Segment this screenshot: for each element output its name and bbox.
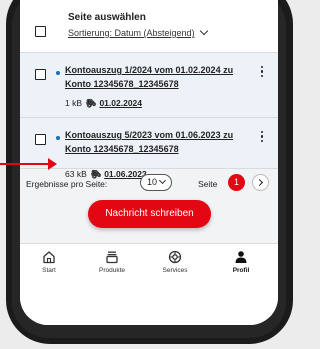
message-checkbox[interactable] — [35, 134, 46, 145]
sort-label: Sortierung: Datum (Absteigend) — [68, 28, 195, 38]
results-per-page-label: Ergebnisse pro Seite: — [26, 179, 108, 189]
message-date-link[interactable]: 01.02.2024 — [99, 98, 142, 108]
home-icon — [43, 251, 55, 264]
nav-label: Start — [42, 267, 56, 274]
message-checkbox[interactable] — [35, 69, 46, 80]
message-item[interactable]: Kontoauszug 5/2023 vom 01.06.2023 zu Kon… — [20, 118, 278, 181]
message-title-link[interactable]: Kontoauszug 5/2023 vom 01.06.2023 zu Kon… — [65, 128, 250, 156]
unread-dot-icon — [56, 136, 60, 140]
nav-label: Profil — [232, 267, 250, 274]
nav-item-start[interactable]: Start — [24, 250, 74, 274]
page-label: Seite — [198, 179, 218, 189]
list-header: Seite auswählen Sortierung: Datum (Abste… — [20, 0, 278, 53]
write-message-button[interactable]: Nachricht schreiben — [88, 200, 211, 228]
current-page-badge[interactable]: 1 — [228, 174, 245, 191]
more-options-icon[interactable] — [261, 66, 264, 79]
select-page-label: Seite auswählen — [68, 12, 146, 23]
message-title-link[interactable]: Kontoauszug 1/2024 vom 01.02.2024 zu Kon… — [65, 63, 250, 91]
services-icon — [168, 250, 182, 264]
annotation-arrow-line — [0, 163, 49, 165]
pagination-bar: Ergebnisse pro Seite: 10 Seite 1 — [20, 170, 278, 198]
mailbox-screen: Seite auswählen Sortierung: Datum (Abste… — [20, 0, 278, 325]
results-per-page-value: 10 — [147, 177, 158, 187]
chevron-down-icon — [158, 176, 167, 185]
results-per-page-select[interactable]: 10 — [140, 174, 172, 191]
unread-dot-icon — [56, 71, 60, 75]
sort-dropdown[interactable]: Sortierung: Datum (Absteigend) — [68, 26, 208, 38]
products-icon — [106, 251, 118, 264]
file-size: 1 kB — [65, 98, 83, 108]
nav-item-produkte[interactable]: Produkte — [87, 250, 137, 274]
select-page-checkbox[interactable] — [35, 26, 46, 37]
nav-label: Produkte — [98, 267, 126, 274]
message-meta: 1 kB🖇 01.02.2024 — [65, 95, 142, 111]
nav-item-profil[interactable]: Profil — [216, 250, 266, 274]
next-page-button[interactable] — [252, 174, 269, 191]
nav-item-services[interactable]: Services — [150, 250, 200, 274]
annotation-arrow-icon — [48, 158, 57, 170]
chevron-down-icon — [199, 26, 208, 36]
more-options-icon[interactable] — [261, 131, 264, 144]
message-item[interactable]: Kontoauszug 1/2024 vom 01.02.2024 zu Kon… — [20, 53, 278, 118]
nav-label: Services — [162, 267, 188, 274]
attachment-icon: 🖇 — [83, 95, 98, 111]
bottom-navigation: Start Produkte Services Profil — [20, 243, 278, 294]
home-indicator-area — [20, 294, 278, 325]
profile-icon — [235, 251, 247, 263]
